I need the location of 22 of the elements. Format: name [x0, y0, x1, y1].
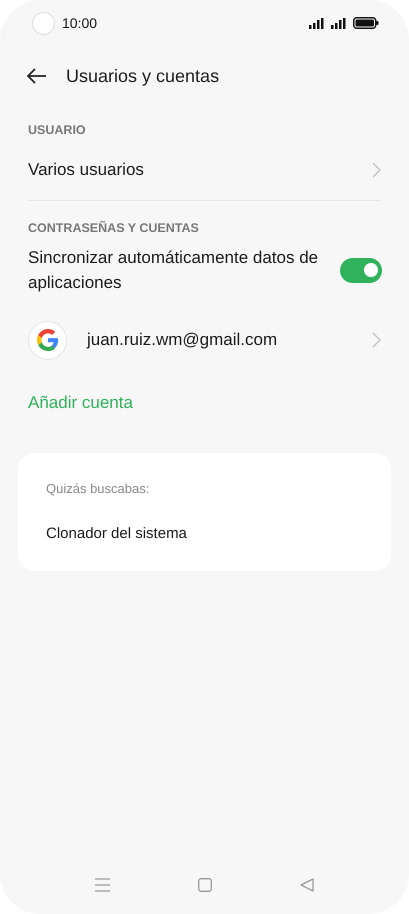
- setting-label: Sincronizar automáticamente datos de aplicaciones: [28, 247, 320, 294]
- chevron-right-icon: [372, 332, 381, 348]
- toggle-switch[interactable]: [340, 258, 382, 282]
- home-icon[interactable]: [198, 878, 212, 892]
- battery-icon: [353, 17, 379, 29]
- camera-cutout: [32, 12, 55, 34]
- suggestion-item[interactable]: Clonador del sistema: [46, 522, 363, 545]
- account-email: juan.ruiz.wm@gmail.com: [87, 329, 278, 352]
- signal-icon: [331, 18, 348, 28]
- google-icon: [28, 320, 67, 360]
- page-title: Usuarios y cuentas: [66, 64, 220, 88]
- menu-icon[interactable]: [95, 878, 110, 892]
- chevron-right-icon: [372, 162, 381, 178]
- back-icon[interactable]: [300, 878, 314, 892]
- list-item[interactable]: Varios usuarios: [0, 140, 409, 200]
- signal-icon: [309, 18, 326, 28]
- section-header: USUARIO: [28, 122, 86, 140]
- back-arrow-icon[interactable]: [26, 68, 47, 84]
- account-item[interactable]: juan.ruiz.wm@gmail.com: [0, 305, 409, 375]
- status-time: 10:00: [62, 14, 98, 32]
- section-header: CONTRASEÑAS Y CUENTAS: [28, 220, 199, 238]
- suggestion-heading: Quizás buscabas:: [46, 480, 150, 498]
